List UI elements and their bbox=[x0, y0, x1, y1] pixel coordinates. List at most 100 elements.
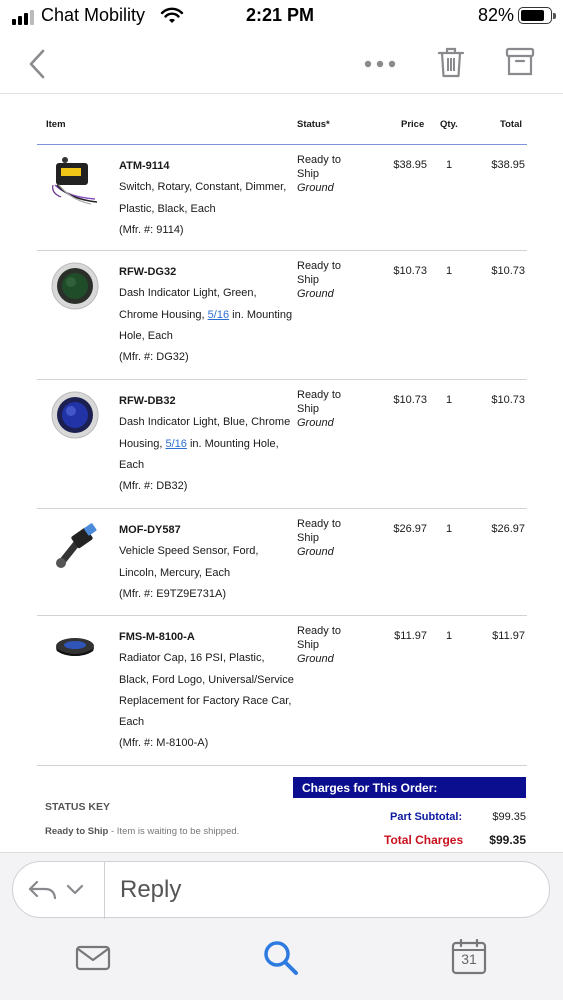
status-text: Ready to bbox=[297, 154, 342, 166]
status-text: Ship bbox=[297, 532, 320, 544]
total-charges-value: $99.35 bbox=[489, 833, 526, 847]
calendar-icon[interactable]: 31 bbox=[451, 938, 487, 975]
item-qty: 1 bbox=[446, 159, 453, 171]
fraction-link[interactable]: 5/16 bbox=[208, 309, 229, 321]
mfr-number: (Mfr. #: E9TZ9E731A) bbox=[119, 587, 226, 600]
status-text: Ready to bbox=[297, 518, 342, 530]
item-qty: 1 bbox=[446, 523, 453, 535]
table-header: Item Status* Price Qty. Total bbox=[37, 95, 527, 145]
radiator-cap-thumbnail bbox=[56, 638, 94, 656]
blue-indicator-light-thumbnail bbox=[51, 391, 99, 439]
part-number: RFW-DB32 bbox=[119, 395, 176, 407]
item-desc: Vehicle Speed Sensor, Ford, Lincoln, Mer… bbox=[119, 545, 259, 579]
item-status: Ready to Ship Ground bbox=[297, 517, 341, 559]
reply-arrow-icon[interactable] bbox=[27, 876, 89, 904]
item-price: $26.97 bbox=[393, 523, 427, 535]
item-description: FMS-M-8100-A Radiator Cap, 16 PSI, Plast… bbox=[119, 627, 294, 755]
status-text: Ready to bbox=[297, 389, 342, 401]
header-item: Item bbox=[46, 119, 66, 130]
header-qty: Qty. bbox=[440, 119, 458, 130]
fraction-link[interactable]: 5/16 bbox=[165, 438, 186, 450]
shipping-method: Ground bbox=[297, 417, 334, 429]
mfr-number: (Mfr. #: DG32) bbox=[119, 351, 189, 364]
reply-button[interactable]: Reply bbox=[12, 861, 550, 919]
clock: 2:21 PM bbox=[246, 5, 315, 25]
search-icon[interactable] bbox=[262, 939, 300, 977]
shipping-method: Ground bbox=[297, 546, 334, 558]
status-key-entry: Ready to Ship - Item is waiting to be sh… bbox=[45, 826, 239, 837]
status-key-definition: - Item is waiting to be shipped. bbox=[110, 826, 240, 837]
part-number: ATM-9114 bbox=[119, 160, 170, 172]
reply-label: Reply bbox=[120, 876, 182, 903]
shipping-method: Ground bbox=[297, 288, 334, 300]
table-row: FMS-M-8100-A Radiator Cap, 16 PSI, Plast… bbox=[37, 616, 527, 766]
chevron-left-icon[interactable] bbox=[24, 46, 52, 82]
status-text: Ship bbox=[297, 168, 320, 180]
item-description: RFW-DG32 Dash Indicator Light, Green, Ch… bbox=[119, 262, 294, 368]
trash-icon[interactable] bbox=[436, 45, 466, 79]
item-price: $10.73 bbox=[393, 394, 427, 406]
shipping-method: Ground bbox=[297, 653, 334, 665]
item-qty: 1 bbox=[446, 394, 453, 406]
carrier-name: Chat Mobility bbox=[41, 5, 146, 25]
item-desc: Switch, Rotary, Constant, Dimmer, Plasti… bbox=[119, 181, 287, 215]
battery-icon bbox=[518, 7, 556, 24]
status-key-term: Ready to Ship bbox=[45, 826, 109, 837]
item-total: $10.73 bbox=[491, 394, 525, 406]
item-status: Ready to Ship Ground bbox=[297, 624, 341, 666]
status-text: Ship bbox=[297, 274, 320, 286]
green-indicator-light-thumbnail bbox=[51, 262, 99, 310]
item-total: $26.97 bbox=[491, 523, 525, 535]
header-total: Total bbox=[500, 119, 522, 130]
signal-icon bbox=[12, 10, 34, 25]
part-number: FMS-M-8100-A bbox=[119, 631, 195, 643]
item-status: Ready to Ship Ground bbox=[297, 259, 341, 301]
status-text: Ship bbox=[297, 403, 320, 415]
subtotal-label: Part Subtotal: bbox=[390, 811, 463, 823]
item-description: ATM-9114 Switch, Rotary, Constant, Dimme… bbox=[119, 156, 294, 241]
message-toolbar bbox=[0, 34, 563, 94]
part-number: RFW-DG32 bbox=[119, 266, 177, 278]
item-qty: 1 bbox=[446, 630, 453, 642]
archive-icon[interactable] bbox=[505, 46, 535, 78]
status-bar: Chat Mobility 2:21 PM 82% bbox=[0, 0, 563, 34]
rotary-switch-thumbnail bbox=[52, 157, 98, 205]
status-text: Ready to bbox=[297, 625, 342, 637]
status-text: Ready to bbox=[297, 260, 342, 272]
speed-sensor-thumbnail bbox=[56, 523, 97, 568]
mfr-number: (Mfr. #: M-8100-A) bbox=[119, 737, 209, 750]
mail-icon[interactable] bbox=[75, 943, 111, 973]
calendar-day: 31 bbox=[461, 951, 477, 967]
item-price: $11.97 bbox=[394, 630, 427, 642]
status-text: Ship bbox=[297, 639, 320, 651]
item-price: $38.95 bbox=[393, 159, 427, 171]
mfr-number: (Mfr. #: DB32) bbox=[119, 480, 188, 493]
item-total: $11.97 bbox=[492, 630, 525, 642]
wifi-icon bbox=[160, 7, 184, 23]
item-status: Ready to Ship Ground bbox=[297, 388, 341, 430]
table-row: MOF-DY587 Vehicle Speed Sensor, Ford, Li… bbox=[37, 509, 527, 616]
item-total: $10.73 bbox=[491, 265, 525, 277]
table-row: RFW-DG32 Dash Indicator Light, Green, Ch… bbox=[37, 251, 527, 380]
item-description: MOF-DY587 Vehicle Speed Sensor, Ford, Li… bbox=[119, 520, 294, 605]
more-icon[interactable] bbox=[362, 52, 398, 76]
part-number: MOF-DY587 bbox=[119, 524, 181, 536]
divider bbox=[104, 862, 105, 919]
item-desc: Radiator Cap, 16 PSI, Plastic, Black, Fo… bbox=[119, 652, 294, 729]
charges-heading: Charges for This Order: bbox=[293, 777, 526, 798]
bottom-bar: Reply 31 bbox=[0, 852, 563, 1000]
email-body: Item Status* Price Qty. Total ATM-9114 S… bbox=[0, 95, 563, 855]
item-total: $38.95 bbox=[491, 159, 525, 171]
subtotal-value: $99.35 bbox=[492, 811, 526, 823]
table-row: RFW-DB32 Dash Indicator Light, Blue, Chr… bbox=[37, 380, 527, 509]
header-status: Status* bbox=[297, 119, 330, 130]
item-description: RFW-DB32 Dash Indicator Light, Blue, Chr… bbox=[119, 391, 294, 497]
item-price: $10.73 bbox=[393, 265, 427, 277]
status-key-title: STATUS KEY bbox=[45, 801, 110, 813]
total-charges-label: Total Charges bbox=[384, 833, 464, 847]
item-status: Ready to Ship Ground bbox=[297, 153, 341, 195]
header-price: Price bbox=[401, 119, 425, 130]
battery-percent: 82% bbox=[478, 5, 515, 25]
mfr-number: (Mfr. #: 9114) bbox=[119, 223, 184, 236]
item-qty: 1 bbox=[446, 265, 453, 277]
